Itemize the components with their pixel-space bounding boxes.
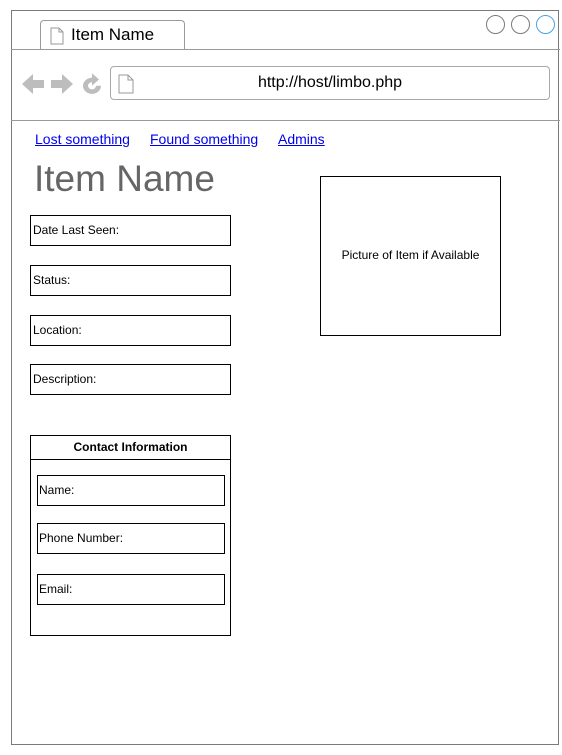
contact-phone-label: Phone Number: [39,531,124,545]
description-label: Description: [33,372,97,386]
contact-email-label: Email: [39,582,73,596]
status-field: Status: [30,265,231,296]
contact-name-label: Name: [39,483,75,497]
date-last-seen-label: Date Last Seen: [33,223,120,237]
contact-phone-field: Phone Number: [37,523,225,554]
picture-label: Picture of Item if Available [341,248,480,262]
link-lost-something[interactable]: Lost something [35,131,130,147]
link-admins[interactable]: Admins [278,131,325,147]
page-title: Item Name [34,158,215,199]
location-label: Location: [33,323,82,337]
item-picture-placeholder: Picture of Item if Available [320,176,501,336]
window-button-minimize[interactable] [511,15,530,34]
address-bar[interactable]: http://host/limbo.php [110,66,550,100]
reload-icon[interactable] [80,72,104,101]
status-label: Status: [33,273,71,287]
window-button-close[interactable] [486,15,505,34]
contact-information-panel: Contact Information Name: Phone Number: … [30,435,231,636]
description-field: Description: [30,364,231,395]
link-found-something[interactable]: Found something [150,131,258,147]
contact-information-header: Contact Information [31,436,230,460]
date-last-seen-field: Date Last Seen: [30,215,231,246]
back-arrow-icon[interactable] [21,72,45,101]
contact-name-field: Name: [37,475,225,506]
toolbar-divider [11,120,560,121]
url-text: http://host/limbo.php [257,74,403,91]
location-field: Location: [30,315,231,346]
tab-title: Item Name [71,25,155,44]
document-icon [50,27,64,50]
contact-email-field: Email: [37,574,225,605]
forward-arrow-icon[interactable] [50,72,74,101]
browser-tab[interactable]: Item Name [40,20,185,50]
tabbar-divider [11,49,560,50]
window-button-maximize[interactable] [536,15,555,34]
